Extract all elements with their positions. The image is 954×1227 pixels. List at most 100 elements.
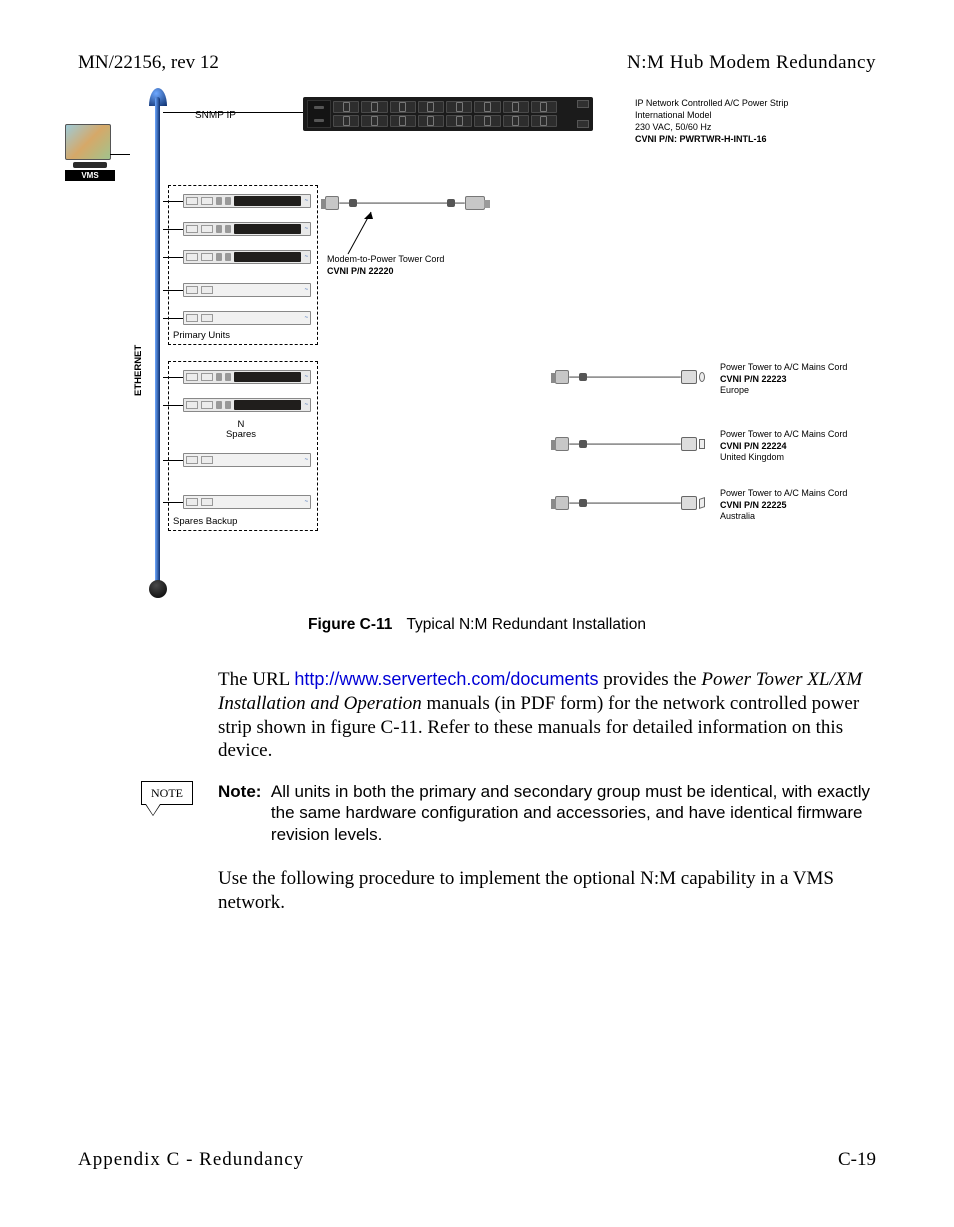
note-box-label: NOTE [141, 781, 193, 805]
group-label: Spares Backup [173, 516, 237, 527]
plug-icon [325, 196, 339, 210]
mains-cord-uk [555, 437, 705, 451]
page-footer: Appendix C - Redundancy C-19 [78, 1149, 876, 1171]
cable-wire [339, 202, 465, 204]
text-line: Modem-to-Power Tower Cord [327, 254, 444, 266]
outlet-icon [474, 115, 500, 127]
blank-unit: ~ [183, 495, 311, 509]
ethernet-port-icon [577, 120, 589, 128]
plug-icon [465, 196, 485, 210]
cable-wire [569, 443, 681, 445]
note-arrow-icon [145, 804, 161, 816]
text-run: The URL [218, 669, 294, 690]
ethernet-bus [149, 88, 167, 598]
part-number: CVNI P/N 22225 [720, 500, 847, 512]
note-block: NOTENote: All units in both the primary … [218, 781, 878, 845]
outlet-icon [333, 101, 359, 113]
section-title: N:M Hub Modem Redundancy [627, 52, 876, 74]
outlet-icon [390, 115, 416, 127]
text-line: International Model [635, 109, 788, 121]
modem-unit: ~ [183, 194, 311, 208]
text-line: Power Tower to A/C Mains Cord [720, 362, 847, 374]
text-line: Spares [226, 430, 256, 440]
plug-icon [555, 437, 569, 451]
mains-cord-desc: Power Tower to A/C Mains Cord CVNI P/N 2… [720, 429, 847, 464]
cable-wire [569, 502, 681, 504]
note-label: Note: [218, 782, 261, 801]
mains-cord-europe [555, 370, 705, 384]
outlet-icon [503, 101, 529, 113]
text-line: Power Tower to A/C Mains Cord [720, 429, 847, 441]
outlet-icon [474, 101, 500, 113]
text-line: United Kingdom [720, 452, 847, 464]
n-spares-label: N Spares [226, 420, 256, 441]
socket-uk-icon [681, 437, 705, 451]
vms-workstation: VMS [65, 124, 115, 181]
outlet-icon [446, 115, 472, 127]
power-strip-ports [559, 100, 589, 128]
blank-unit: ~ [183, 311, 311, 325]
mains-cord-desc: Power Tower to A/C Mains Cord CVNI P/N 2… [720, 488, 847, 523]
figure-caption: Figure C-11 Typical N:M Redundant Install… [0, 616, 954, 634]
blank-unit: ~ [183, 283, 311, 297]
bus-line [155, 97, 160, 585]
outlet-icon [418, 115, 444, 127]
text-run: provides the [598, 669, 701, 690]
text-line: Europe [720, 385, 847, 397]
blank-unit: ~ [183, 453, 311, 467]
socket-europe-icon [681, 370, 705, 384]
outlet-icon [361, 101, 387, 113]
power-strip [303, 97, 593, 131]
modem-unit: ~ [183, 222, 311, 236]
outlet-icon [390, 101, 416, 113]
text-line: Australia [720, 511, 847, 523]
outlet-icon [333, 115, 359, 127]
note-text: All units in both the primary and second… [271, 781, 878, 845]
body-content: The URL http://www.servertech.com/docume… [218, 668, 878, 932]
monitor-icon [65, 124, 111, 160]
arrow-icon [343, 206, 383, 256]
figure-diagram: VMS ETHERNET SNMP IP IP Network Controll… [65, 88, 895, 598]
paragraph: Use the following procedure to implement… [218, 867, 878, 915]
mains-cord-australia [555, 496, 705, 510]
paragraph: The URL http://www.servertech.com/docume… [218, 668, 878, 763]
modem-cord-label: Modem-to-Power Tower Cord CVNI P/N 22220 [327, 254, 444, 277]
outlet-icon [531, 101, 557, 113]
serial-port-icon [577, 100, 589, 108]
outlet-icon [361, 115, 387, 127]
snmp-ip-label: SNMP IP [195, 110, 236, 121]
modem-unit: ~ [183, 370, 311, 384]
bus-terminator-bottom-icon [149, 580, 167, 598]
outlet-icon [531, 115, 557, 127]
page-number: C-19 [838, 1149, 876, 1171]
socket-au-icon [681, 496, 705, 510]
figure-number: Figure C-11 [308, 616, 392, 633]
figure-title: Typical N:M Redundant Installation [406, 616, 646, 633]
page-header: MN/22156, rev 12 N:M Hub Modem Redundanc… [78, 52, 876, 74]
part-number: CVNI P/N 22220 [327, 266, 444, 278]
text-line: 230 VAC, 50/60 Hz [635, 121, 788, 133]
power-strip-panel-icon [307, 100, 331, 128]
mains-cord-desc: Power Tower to A/C Mains Cord CVNI P/N 2… [720, 362, 847, 397]
doc-number: MN/22156, rev 12 [78, 52, 219, 74]
plug-icon [555, 496, 569, 510]
vms-label: VMS [65, 170, 115, 181]
modem-unit: ~ [183, 250, 311, 264]
power-strip-description: IP Network Controlled A/C Power Strip In… [635, 97, 788, 146]
text-line: Power Tower to A/C Mains Cord [720, 488, 847, 500]
note-icon: NOTE [138, 781, 196, 816]
appendix-label: Appendix C - Redundancy [78, 1149, 304, 1171]
outlet-icon [418, 101, 444, 113]
outlet-icon [503, 115, 529, 127]
bus-tap [110, 154, 130, 155]
power-strip-outlets [333, 101, 557, 127]
text-line: IP Network Controlled A/C Power Strip [635, 97, 788, 109]
monitor-base-icon [73, 162, 107, 168]
ethernet-label: ETHERNET [133, 343, 144, 398]
part-number: CVNI P/N 22223 [720, 374, 847, 386]
group-label: Primary Units [173, 330, 230, 341]
part-number: CVNI P/N: PWRTWR-H-INTL-16 [635, 133, 788, 145]
outlet-icon [446, 101, 472, 113]
cable-wire [569, 376, 681, 378]
servertech-link[interactable]: http://www.servertech.com/documents [294, 669, 598, 689]
